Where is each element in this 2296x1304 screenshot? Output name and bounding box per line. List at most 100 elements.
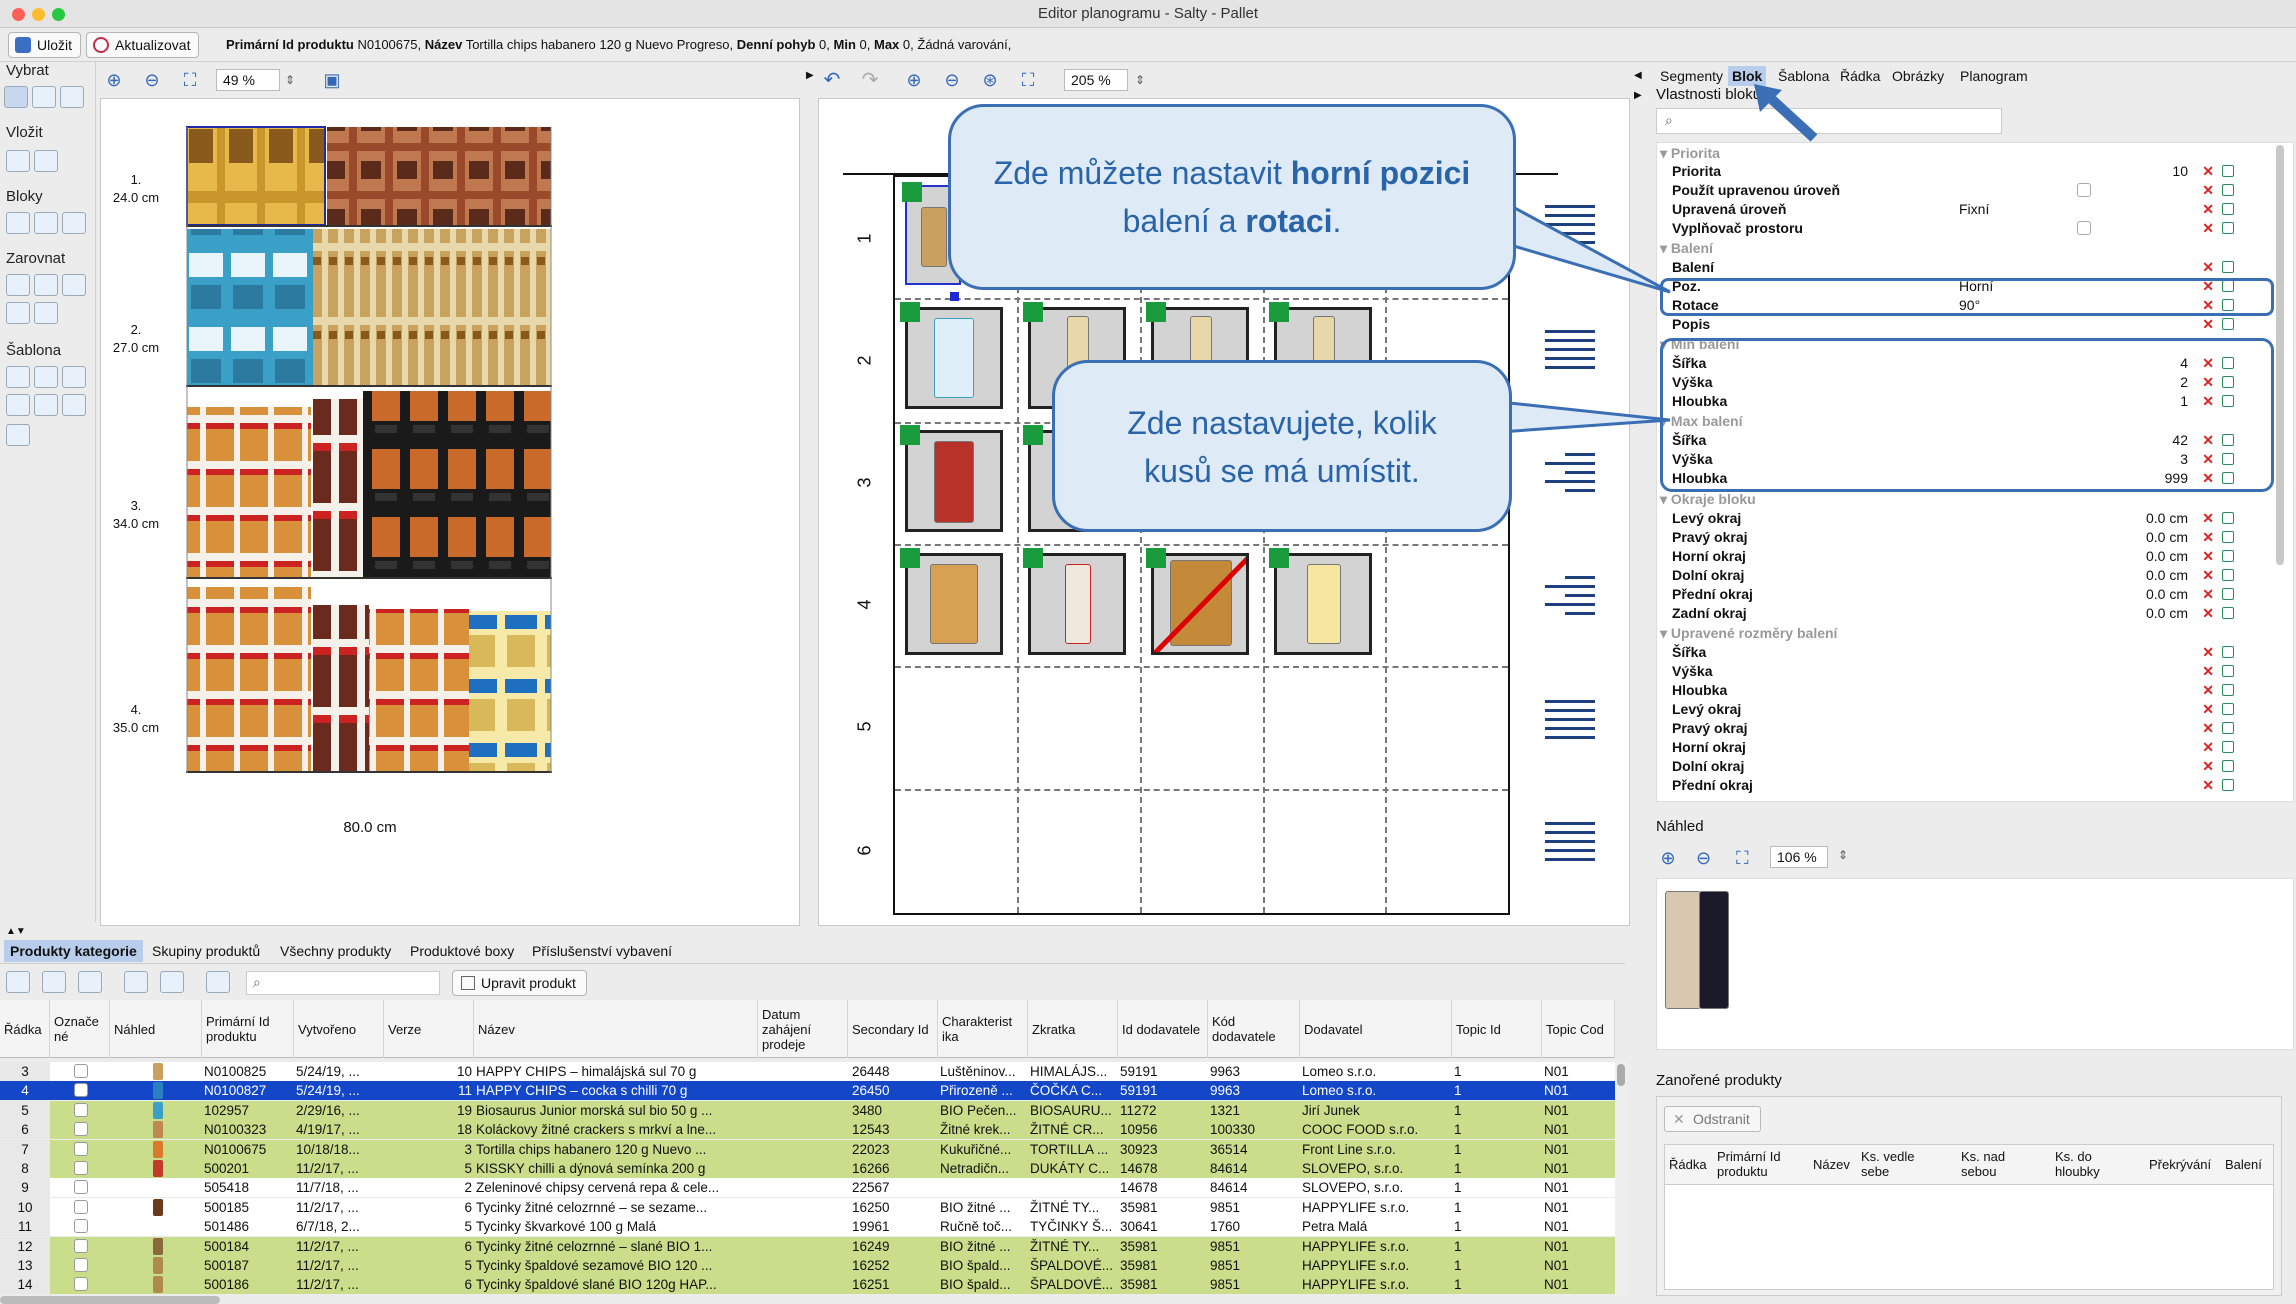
- template-e-icon[interactable]: [34, 394, 58, 416]
- table-h-scrollbar[interactable]: [0, 1296, 220, 1304]
- preview-zoom-out-icon[interactable]: ⊖: [1696, 848, 1711, 869]
- prop-value[interactable]: 0.0 cm: [2146, 585, 2188, 604]
- reset-icon[interactable]: ✕: [2202, 566, 2214, 585]
- reset-icon[interactable]: ✕: [2202, 757, 2214, 776]
- col-kod-dodavatele[interactable]: Kód dodavatele: [1208, 1000, 1300, 1058]
- select-grid-icon[interactable]: [32, 86, 56, 108]
- reset-icon[interactable]: ✕: [2202, 585, 2214, 604]
- col-topic-id[interactable]: Topic Id: [1452, 1000, 1542, 1058]
- add-icon[interactable]: [124, 971, 148, 993]
- zoom-in-icon[interactable]: ⊕: [104, 70, 124, 90]
- tab-radka[interactable]: Řádka: [1836, 66, 1884, 86]
- template-d-icon[interactable]: [6, 394, 30, 416]
- group-priority[interactable]: ▾ Priorita: [1660, 144, 2240, 162]
- block-marker[interactable]: [900, 302, 920, 322]
- row-checkbox[interactable]: [74, 1122, 88, 1137]
- block-marker[interactable]: [1023, 302, 1043, 322]
- prop-value[interactable]: 0.0 cm: [2146, 547, 2188, 566]
- row-checkbox[interactable]: [74, 1141, 88, 1156]
- remove-button[interactable]: ✕ Odstranit: [1664, 1106, 1761, 1132]
- zoom-fit-icon[interactable]: ⛶: [180, 70, 200, 90]
- nested-col-side[interactable]: Ks. vedle sebe: [1861, 1149, 1931, 1179]
- template-c-icon[interactable]: [62, 366, 86, 388]
- select-area-icon[interactable]: [60, 86, 84, 108]
- table-row[interactable]: 4 N0100827 5/24/19, ... 11 HAPPY CHIPS – coc…: [0, 1081, 1615, 1101]
- reset-icon[interactable]: ✕: [2202, 181, 2214, 200]
- nested-col-overlap[interactable]: Překrývání: [2149, 1157, 2211, 1172]
- prop-upravena[interactable]: Upravená úroveň Fixní ✕: [1672, 200, 2242, 219]
- tab-accessories[interactable]: Příslušenství vybavení: [526, 940, 678, 962]
- prop-value[interactable]: 0.0 cm: [2146, 528, 2188, 547]
- tab-segmenty[interactable]: Segmenty: [1656, 66, 1727, 86]
- copy-icon[interactable]: [2222, 261, 2234, 273]
- prop-adj-pravy[interactable]: Pravý okraj ✕: [1672, 719, 2242, 738]
- nested-col-depth[interactable]: Ks. do hloubky: [2055, 1149, 2115, 1179]
- reset-icon[interactable]: ✕: [2202, 662, 2214, 681]
- property-scrollbar[interactable]: [2276, 145, 2284, 565]
- copy-icon[interactable]: [2222, 760, 2234, 772]
- table-row[interactable]: 6 N0100323 4/19/17, ... 18 Koláckovy žitné c…: [0, 1120, 1615, 1140]
- edit-product-button[interactable]: Upravit produkt: [452, 970, 587, 996]
- left-zoom-field[interactable]: 49 %: [216, 69, 280, 91]
- prop-adj-levy[interactable]: Levý okraj ✕: [1672, 700, 2242, 719]
- resize-handle[interactable]: [950, 292, 959, 301]
- row-checkbox[interactable]: [74, 1277, 88, 1292]
- preview-zoom-field[interactable]: 106 %: [1770, 846, 1828, 868]
- col-nahled[interactable]: Náhled: [110, 1000, 202, 1058]
- table-row[interactable]: 13 500187 11/2/17, ... 5 Tycinky špaldové se…: [0, 1256, 1615, 1275]
- row-checkbox[interactable]: [74, 1219, 88, 1234]
- align-lines-icon[interactable]: [1545, 576, 1595, 628]
- col-zkratka[interactable]: Zkratka: [1028, 1000, 1118, 1058]
- template-f-icon[interactable]: [62, 394, 86, 416]
- col-radka[interactable]: Řádka: [0, 1000, 50, 1058]
- prop-adj-vyska[interactable]: Výška ✕: [1672, 662, 2242, 681]
- tab-product-boxes[interactable]: Produktové boxy: [404, 940, 520, 962]
- col-datum[interactable]: Datum zahájení prodeje: [758, 1000, 848, 1058]
- block-marker[interactable]: [1146, 302, 1166, 322]
- block-zoom-stepper[interactable]: ⇕: [1130, 70, 1150, 90]
- row-checkbox[interactable]: [74, 1064, 88, 1078]
- table-row[interactable]: 9 505418 11/7/18, ... 2 Zeleninové chipsy ce…: [0, 1178, 1615, 1198]
- copy-icon[interactable]: [2222, 531, 2234, 543]
- group-packing[interactable]: ▾ Balení: [1660, 239, 2240, 257]
- row-checkbox[interactable]: [74, 1238, 88, 1253]
- copy-icon[interactable]: [2222, 512, 2234, 524]
- property-search-input[interactable]: ⌕: [1656, 108, 2002, 134]
- block-cell[interactable]: [905, 553, 1003, 655]
- table-row[interactable]: 12 500184 11/2/17, ... 6 Tycinky žitné celoz…: [0, 1236, 1615, 1256]
- block-zoom-in-icon[interactable]: ⊕: [904, 70, 924, 90]
- reset-icon[interactable]: ✕: [2202, 547, 2214, 566]
- save-button[interactable]: Uložit: [8, 32, 82, 58]
- align-right-icon[interactable]: [62, 274, 86, 296]
- copy-icon[interactable]: [2222, 607, 2234, 619]
- group-adjusted[interactable]: ▾ Upravené rozměry balení: [1660, 624, 2240, 642]
- reset-icon[interactable]: ✕: [2202, 700, 2214, 719]
- nested-col-nazev[interactable]: Název: [1813, 1157, 1850, 1172]
- prop-horni[interactable]: Horní okraj 0.0 cm ✕: [1672, 547, 2242, 566]
- copy-icon[interactable]: [2222, 646, 2234, 658]
- prop-vyplnovac[interactable]: Vyplňovač prostoru ✕: [1672, 219, 2242, 238]
- prop-popis[interactable]: Popis ✕: [1672, 315, 2242, 334]
- reset-icon[interactable]: ✕: [2202, 643, 2214, 662]
- prop-checkbox[interactable]: [2077, 183, 2091, 197]
- row-checkbox[interactable]: [74, 1083, 88, 1098]
- col-id-dodavatele[interactable]: Id dodavatele: [1118, 1000, 1208, 1058]
- justify-icon[interactable]: [6, 302, 30, 324]
- table-row[interactable]: 5 102957 2/29/16, ... 19 Biosaurus Junior mo…: [0, 1100, 1615, 1120]
- prop-levy[interactable]: Levý okraj 0.0 cm ✕: [1672, 509, 2242, 528]
- copy-icon[interactable]: [2222, 665, 2234, 677]
- reset-icon[interactable]: ✕: [2202, 738, 2214, 757]
- delete-icon[interactable]: [206, 971, 230, 993]
- undo-icon[interactable]: ↶: [822, 70, 842, 90]
- insert-block-icon[interactable]: [6, 150, 30, 172]
- nested-col-pack[interactable]: Balení: [2225, 1157, 2262, 1172]
- check-all-icon[interactable]: [6, 971, 30, 993]
- block-move-icon[interactable]: [62, 212, 86, 234]
- reset-icon[interactable]: ✕: [2202, 509, 2214, 528]
- reset-icon[interactable]: ✕: [2202, 258, 2214, 277]
- prop-value[interactable]: 0.0 cm: [2146, 566, 2188, 585]
- tab-obrazky[interactable]: Obrázky: [1888, 66, 1948, 86]
- warning-icon[interactable]: [6, 424, 30, 446]
- block-cell[interactable]: [905, 430, 1003, 532]
- splitter-arrow[interactable]: ▶: [1634, 90, 1642, 101]
